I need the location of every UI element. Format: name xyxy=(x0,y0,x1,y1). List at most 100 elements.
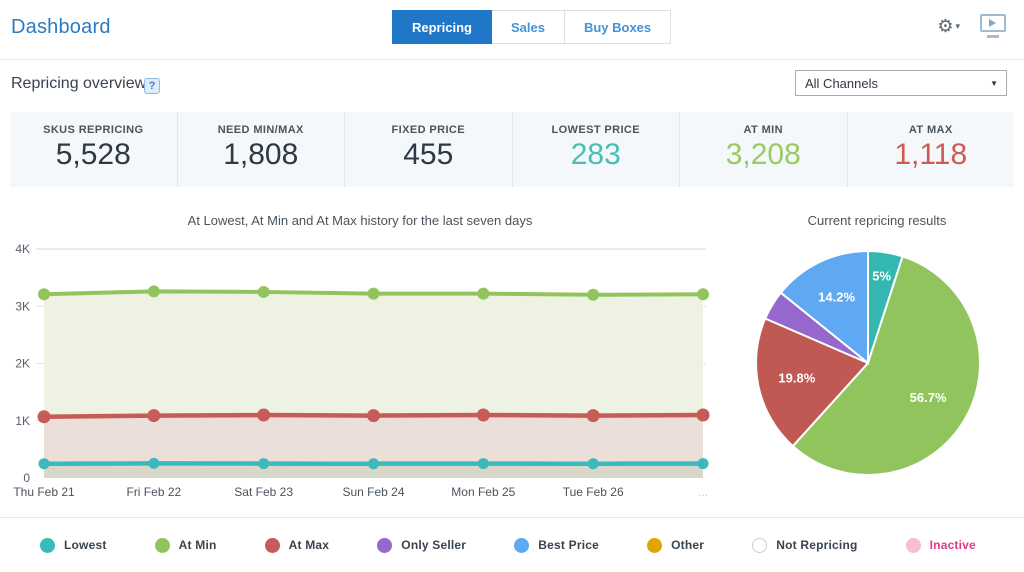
stat-label: AT MIN xyxy=(680,124,847,136)
results-chart: Current repricing results 5%56.7%19.8%14… xyxy=(730,205,1024,505)
stat-value: 455 xyxy=(345,138,512,172)
channel-filter-value: All Channels xyxy=(805,76,878,91)
area-band-at-min xyxy=(44,291,703,416)
settings-menu-button[interactable]: ⚙ ▾ xyxy=(937,17,960,35)
stat-fixed-price: FIXED PRICE 455 xyxy=(344,112,512,187)
legend-label: Best Price xyxy=(538,538,599,552)
page-title: Dashboard xyxy=(11,16,111,39)
select-caret-icon: ▼ xyxy=(990,79,998,88)
video-tutorial-icon[interactable] xyxy=(980,14,1006,38)
legend-item-not-repricing: Not Repricing xyxy=(752,538,857,553)
legend-dot-icon xyxy=(514,538,529,553)
results-chart-title: Current repricing results xyxy=(730,213,1024,228)
stat-need-min-max: NEED MIN/MAX 1,808 xyxy=(177,112,345,187)
area-band-at-max xyxy=(44,415,703,464)
legend-dot-icon xyxy=(265,538,280,553)
data-point-lowest[interactable] xyxy=(588,458,599,469)
x-axis-tick: Mon Feb 25 xyxy=(451,485,515,499)
results-pie-chart: 5%56.7%19.8%14.2% xyxy=(730,235,1024,505)
data-point-lowest[interactable] xyxy=(39,458,50,469)
data-point-at-max[interactable] xyxy=(587,409,600,422)
data-point-at-min[interactable] xyxy=(477,288,489,300)
data-point-at-max[interactable] xyxy=(477,409,490,422)
tab-sales[interactable]: Sales xyxy=(492,10,565,44)
data-point-at-min[interactable] xyxy=(148,285,160,297)
data-point-at-min[interactable] xyxy=(258,286,270,298)
x-axis-tick: Tue Feb 26 xyxy=(563,485,624,499)
data-point-lowest[interactable] xyxy=(368,458,379,469)
data-point-at-min[interactable] xyxy=(587,289,599,301)
section-title: Repricing overview xyxy=(11,75,146,93)
x-axis-tick: Sun Feb 24 xyxy=(342,485,404,499)
gear-icon: ⚙ xyxy=(937,17,953,35)
help-icon[interactable]: ? xyxy=(144,78,160,94)
legend-item-inactive: Inactive xyxy=(906,538,976,553)
y-axis-tick: 4K xyxy=(15,242,30,256)
chevron-down-icon: ▾ xyxy=(955,21,960,32)
history-chart-title: At Lowest, At Min and At Max history for… xyxy=(0,213,720,228)
stat-value: 5,528 xyxy=(10,138,177,172)
legend-label: At Max xyxy=(289,538,330,552)
data-point-at-max[interactable] xyxy=(367,409,380,422)
stat-skus-repricing: SKUS REPRICING 5,528 xyxy=(10,112,177,187)
y-axis-tick: 3K xyxy=(15,299,30,313)
legend-label: Not Repricing xyxy=(776,538,857,552)
stat-value: 3,208 xyxy=(680,138,847,172)
legend-dot-icon xyxy=(377,538,392,553)
legend-item-at-min: At Min xyxy=(155,538,217,553)
tab-repricing[interactable]: Repricing xyxy=(392,10,492,44)
stats-band: SKUS REPRICING 5,528NEED MIN/MAX 1,808FIXE… xyxy=(10,112,1014,187)
header: Dashboard RepricingSalesBuy Boxes ⚙ ▾ xyxy=(0,0,1024,60)
legend-item-at-max: At Max xyxy=(265,538,330,553)
history-chart: At Lowest, At Min and At Max history for… xyxy=(0,205,720,505)
legend-item-lowest: Lowest xyxy=(40,538,107,553)
history-line-chart: 01K2K3K4KThu Feb 21Fri Feb 22Sat Feb 23S… xyxy=(0,235,720,503)
data-point-at-max[interactable] xyxy=(38,410,51,423)
stat-value: 1,118 xyxy=(848,138,1015,172)
play-icon xyxy=(989,19,996,27)
legend-label: Lowest xyxy=(64,538,107,552)
data-point-lowest[interactable] xyxy=(478,458,489,469)
stat-at-max: AT MAX 1,118 xyxy=(847,112,1015,187)
legend-item-best-price: Best Price xyxy=(514,538,599,553)
stat-label: AT MAX xyxy=(848,124,1015,136)
channel-filter-select[interactable]: All Channels ▼ xyxy=(795,70,1007,96)
legend-dot-icon xyxy=(906,538,921,553)
legend-item-only-seller: Only Seller xyxy=(377,538,466,553)
stat-label: NEED MIN/MAX xyxy=(178,124,345,136)
x-axis-tick: Fri Feb 22 xyxy=(126,485,181,499)
stat-label: SKUS REPRICING xyxy=(10,124,177,136)
legend-dot-icon xyxy=(752,538,767,553)
legend-label: At Min xyxy=(179,538,217,552)
data-point-at-max[interactable] xyxy=(257,409,270,422)
data-point-at-max[interactable] xyxy=(697,409,710,422)
data-point-at-min[interactable] xyxy=(697,288,709,300)
pie-slice-label: 14.2% xyxy=(818,289,855,304)
tab-group: RepricingSalesBuy Boxes xyxy=(392,10,671,44)
stat-value: 283 xyxy=(513,138,680,172)
legend-label: Other xyxy=(671,538,704,552)
header-actions: ⚙ ▾ xyxy=(937,14,1006,38)
data-point-lowest[interactable] xyxy=(258,458,269,469)
data-point-at-min[interactable] xyxy=(368,288,380,300)
data-point-at-min[interactable] xyxy=(38,288,50,300)
data-point-lowest[interactable] xyxy=(698,458,709,469)
legend-dot-icon xyxy=(40,538,55,553)
stat-label: LOWEST PRICE xyxy=(513,124,680,136)
y-axis-tick: 0 xyxy=(23,471,30,485)
stat-value: 1,808 xyxy=(178,138,345,172)
stat-lowest-price: LOWEST PRICE 283 xyxy=(512,112,680,187)
tab-buy-boxes[interactable]: Buy Boxes xyxy=(565,10,671,44)
y-axis-tick: 2K xyxy=(15,357,30,371)
legend-label: Inactive xyxy=(930,538,976,552)
data-point-at-max[interactable] xyxy=(147,409,160,422)
legend-item-other: Other xyxy=(647,538,704,553)
x-axis-tick: Sat Feb 23 xyxy=(234,485,293,499)
pie-slice-label: 5% xyxy=(872,269,891,284)
data-point-lowest[interactable] xyxy=(148,458,159,469)
stat-at-min: AT MIN 3,208 xyxy=(679,112,847,187)
stat-label: FIXED PRICE xyxy=(345,124,512,136)
y-axis-tick: 1K xyxy=(15,414,30,428)
legend-dot-icon xyxy=(155,538,170,553)
legend-label: Only Seller xyxy=(401,538,466,552)
